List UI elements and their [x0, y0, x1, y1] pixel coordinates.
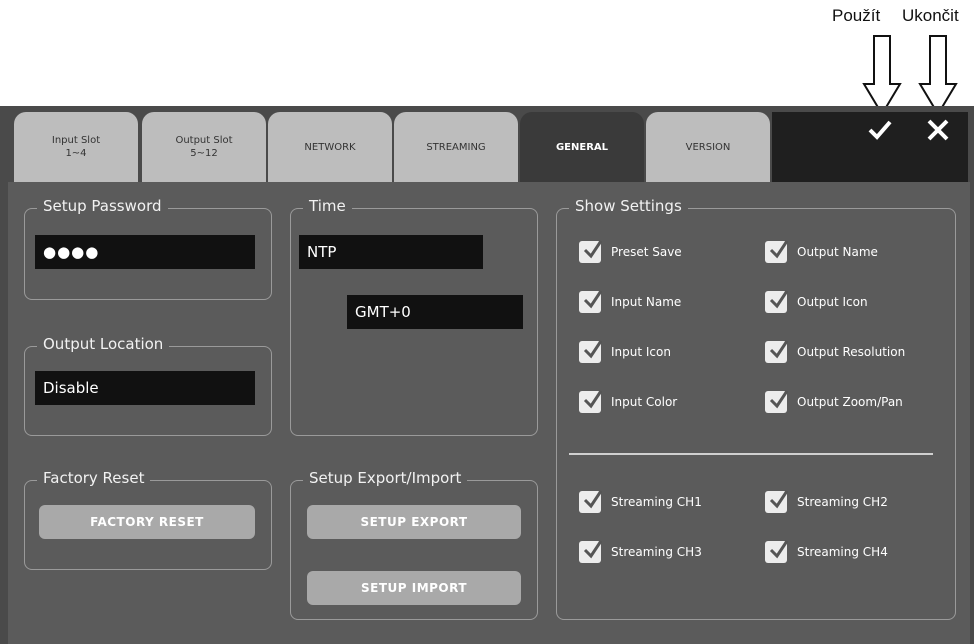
output-name-checkbox[interactable]: Output Name: [765, 240, 878, 263]
factory-reset-button[interactable]: FACTORY RESET: [39, 505, 255, 539]
time-group: Time NTP GMT+0: [290, 197, 538, 436]
setup-export-import-legend: Setup Export/Import: [303, 469, 468, 487]
checkmark-icon: [765, 340, 789, 363]
checkbox-label: Streaming CH2: [797, 495, 888, 509]
checkbox-label: Output Zoom/Pan: [797, 395, 903, 409]
checkbox-label: Output Name: [797, 245, 878, 259]
setup-password-field[interactable]: ●●●●: [35, 235, 255, 269]
tab-version-label: VERSION: [685, 141, 731, 153]
tab-output-slot-label: Output Slot: [175, 135, 233, 146]
tab-output-slot[interactable]: Output Slot 5~12: [142, 112, 266, 182]
checkmark-icon: [579, 390, 603, 413]
checkmark-icon: [579, 340, 603, 363]
checkbox-label: Input Icon: [611, 345, 671, 359]
time-mode-field[interactable]: NTP: [299, 235, 483, 269]
checkbox-label: Streaming CH1: [611, 495, 702, 509]
setup-export-button[interactable]: SETUP EXPORT: [307, 505, 521, 539]
general-tab-content: Setup Password ●●●● Output Location Disa…: [8, 182, 970, 644]
setup-password-legend: Setup Password: [37, 197, 168, 215]
apply-callout-label: Použít: [832, 6, 881, 25]
checkbox-label: Input Color: [611, 395, 678, 409]
show-settings-group: Show Settings Preset Save Output Name In…: [556, 197, 956, 620]
checkmark-icon: [579, 290, 603, 313]
checkbox-label: Streaming CH4: [797, 545, 888, 559]
checkbox-label: Streaming CH3: [611, 545, 702, 559]
checkmark-icon: [579, 240, 603, 263]
setup-export-import-group: Setup Export/Import SETUP EXPORT SETUP I…: [290, 469, 538, 620]
checkmark-icon: [579, 490, 603, 513]
output-icon-checkbox[interactable]: Output Icon: [765, 290, 868, 313]
tab-input-slot-range: 1~4: [65, 148, 87, 159]
checkbox-label: Output Resolution: [797, 345, 906, 359]
output-location-legend: Output Location: [37, 335, 170, 353]
input-name-checkbox[interactable]: Input Name: [579, 290, 682, 313]
tab-input-slot-label: Input Slot: [51, 135, 101, 146]
tab-general[interactable]: GENERAL: [520, 112, 644, 182]
apply-arrow-icon: [862, 35, 902, 116]
tab-streaming-label: STREAMING: [426, 141, 486, 153]
output-location-field[interactable]: Disable: [35, 371, 255, 405]
streaming-ch1-checkbox[interactable]: Streaming CH1: [579, 490, 702, 513]
show-settings-legend: Show Settings: [569, 197, 688, 215]
tab-streaming[interactable]: STREAMING: [394, 112, 518, 182]
streaming-ch2-checkbox[interactable]: Streaming CH2: [765, 490, 888, 513]
timezone-field[interactable]: GMT+0: [347, 295, 523, 329]
input-icon-checkbox[interactable]: Input Icon: [579, 340, 671, 363]
tab-network[interactable]: NETWORK: [268, 112, 392, 182]
checkbox-label: Output Icon: [797, 295, 868, 309]
close-icon[interactable]: [926, 118, 950, 142]
exit-arrow-icon: [918, 35, 958, 116]
exit-callout-label: Ukončit: [902, 6, 959, 25]
checkmark-icon: [579, 540, 603, 563]
checkmark-icon: [765, 540, 789, 563]
checkmark-icon: [765, 390, 789, 413]
streaming-ch4-checkbox[interactable]: Streaming CH4: [765, 540, 888, 563]
setup-import-button[interactable]: SETUP IMPORT: [307, 571, 521, 605]
factory-reset-legend: Factory Reset: [37, 469, 151, 487]
output-resolution-checkbox[interactable]: Output Resolution: [765, 340, 906, 363]
streaming-ch3-checkbox[interactable]: Streaming CH3: [579, 540, 702, 563]
checkbox-label: Preset Save: [611, 245, 682, 259]
divider: [569, 453, 933, 455]
factory-reset-group: Factory Reset FACTORY RESET: [24, 469, 272, 570]
tab-network-label: NETWORK: [304, 141, 356, 153]
checkmark-icon: [765, 290, 789, 313]
tab-general-label: GENERAL: [555, 141, 609, 153]
checkbox-label: Input Name: [611, 295, 682, 309]
preset-save-checkbox[interactable]: Preset Save: [579, 240, 682, 263]
input-color-checkbox[interactable]: Input Color: [579, 390, 678, 413]
output-zoom-pan-checkbox[interactable]: Output Zoom/Pan: [765, 390, 903, 413]
output-location-group: Output Location Disable: [24, 335, 272, 436]
checkmark-icon: [765, 490, 789, 513]
time-legend: Time: [303, 197, 352, 215]
tab-input-slot[interactable]: Input Slot 1~4: [14, 112, 138, 182]
setup-password-group: Setup Password ●●●●: [24, 197, 272, 300]
tab-output-slot-range: 5~12: [190, 148, 218, 159]
check-icon[interactable]: [866, 118, 894, 142]
tab-version[interactable]: VERSION: [646, 112, 770, 182]
checkmark-icon: [765, 240, 789, 263]
